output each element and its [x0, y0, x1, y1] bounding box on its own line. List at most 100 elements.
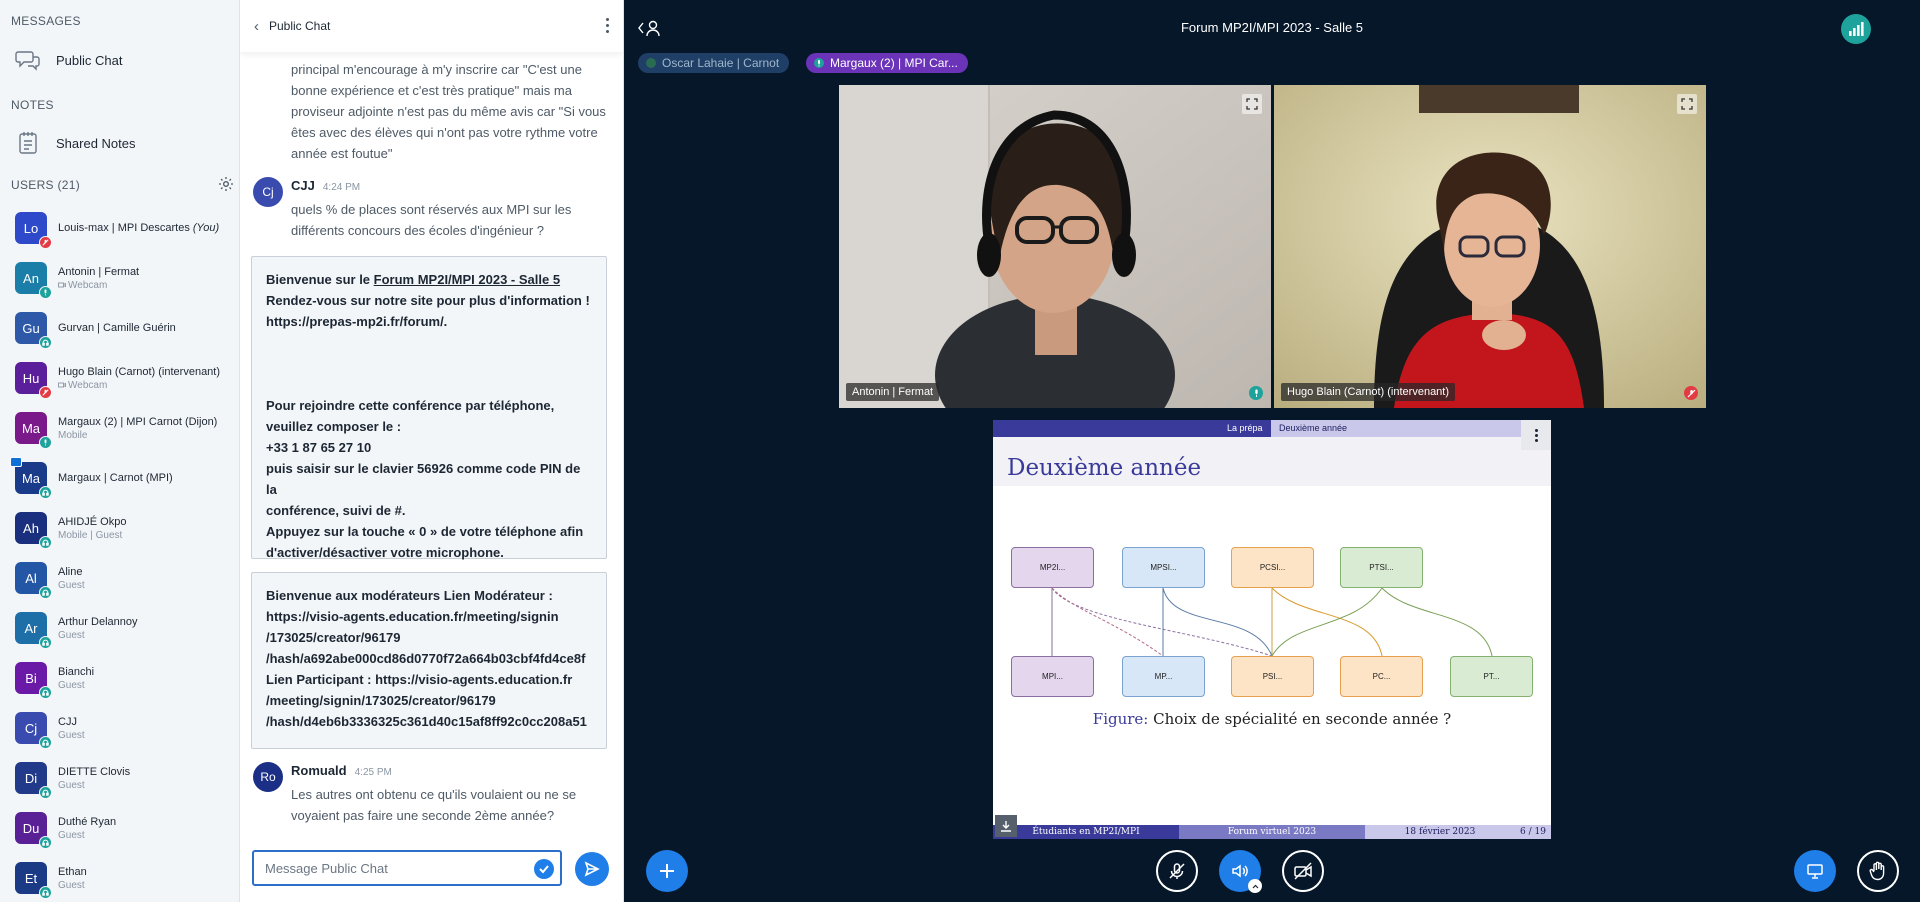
- user-list-item[interactable]: Et Ethan Guest: [0, 853, 239, 902]
- welcome-link[interactable]: Forum MP2I/MPI 2023 - Salle 5: [374, 272, 560, 287]
- user-list-item[interactable]: Ma Margaux | Carnot (MPI): [0, 453, 239, 503]
- more-options-icon[interactable]: [606, 18, 610, 36]
- user-status: Guest: [58, 880, 87, 891]
- footer-author: Étudiants en MP2I/MPI: [993, 825, 1179, 839]
- user-list-item[interactable]: Di DIETTE Clovis Guest: [0, 753, 239, 803]
- avatar-initials: Du: [22, 820, 40, 836]
- user-status-text: Guest: [58, 729, 85, 741]
- user-info: Louis-max | MPI Descartes (You): [58, 222, 219, 234]
- message-avatar: Cj: [253, 177, 283, 207]
- slide-footer: Étudiants en MP2I/MPI Forum virtuel 2023…: [993, 825, 1551, 839]
- user-list-item[interactable]: Ar Arthur Delannoy Guest: [0, 603, 239, 653]
- user-status: Guest: [58, 580, 85, 591]
- chevron-up-icon[interactable]: [1248, 879, 1262, 893]
- video-tile-hugo[interactable]: Hugo Blain (Carnot) (intervenant): [1274, 85, 1706, 408]
- video-user-label[interactable]: Antonin | Fermat: [846, 383, 940, 401]
- user-list-item[interactable]: Ma Margaux (2) | MPI Carnot (Dijon) Mobile: [0, 403, 239, 453]
- microphone-icon: [39, 436, 52, 449]
- chat-title: Public Chat: [269, 19, 331, 33]
- welcome-line: conférence, suivi de #.: [266, 503, 406, 518]
- avatar-initials: An: [23, 270, 39, 286]
- user-status: Webcam: [58, 280, 139, 291]
- actions-button[interactable]: [646, 850, 688, 892]
- headphones-icon: [39, 636, 52, 649]
- slide-arrows: [1051, 587, 1493, 657]
- figure-caption-text: Choix de spécialité en seconde année ?: [1153, 710, 1452, 728]
- presentation-slide[interactable]: La prépa Deuxième année Deuxième année M…: [993, 420, 1551, 839]
- connection-status-button[interactable]: [1841, 14, 1871, 44]
- send-icon: [584, 861, 600, 877]
- avatar-initials: Cj: [24, 720, 38, 736]
- muted-microphone-icon: [1684, 386, 1698, 400]
- user-info: DIETTE Clovis Guest: [58, 766, 130, 791]
- user-name-text: Duthé Ryan: [58, 815, 117, 828]
- message-line: voyaient pas faire une seconde 2ème anné…: [291, 808, 555, 823]
- fullscreen-icon[interactable]: [1242, 94, 1262, 114]
- user-list-item[interactable]: Al Aline Guest: [0, 553, 239, 603]
- user-name: CJJ: [58, 716, 85, 728]
- microphone-icon: [39, 286, 52, 299]
- welcome-prefix: Bienvenue sur le: [266, 272, 374, 287]
- user-list-item[interactable]: Lo Louis-max | MPI Descartes (You): [0, 203, 239, 253]
- public-chat-nav-item[interactable]: Public Chat: [0, 40, 239, 80]
- chat-message-input[interactable]: [265, 860, 515, 876]
- user-name-text: Aline: [58, 565, 83, 578]
- users-section-title: USERS (21): [11, 178, 81, 192]
- diagram-box: PTSI...: [1340, 547, 1423, 588]
- user-name-text: CJJ: [58, 715, 77, 728]
- user-list-item[interactable]: Gu Gurvan | Camille Guérin: [0, 303, 239, 353]
- video-tile-antonin[interactable]: Antonin | Fermat: [839, 85, 1271, 408]
- camera-off-icon: [1294, 862, 1312, 880]
- avatar: Lo: [15, 212, 52, 249]
- user-list-item[interactable]: Bi Bianchi Guest: [0, 653, 239, 703]
- message-header: Romuald 4:25 PM: [291, 763, 392, 778]
- user-status-text: Mobile | Guest: [58, 529, 123, 541]
- message-line: bonne expérience et c'est très pratique"…: [291, 83, 572, 98]
- chat-input-wrapper: [252, 850, 562, 886]
- webcam-button[interactable]: [1282, 850, 1324, 892]
- chevron-left-icon[interactable]: ‹: [254, 18, 259, 35]
- avatar-initials: Ah: [23, 520, 39, 536]
- download-icon[interactable]: [995, 815, 1017, 837]
- user-list-item[interactable]: Ah AHIDJÉ Okpo Mobile | Guest: [0, 503, 239, 553]
- moderator-line: Lien Participant : https://visio-agents.…: [266, 672, 573, 687]
- user-list-item[interactable]: Hu Hugo Blain (Carnot) (intervenant) Webca…: [0, 353, 239, 403]
- headphones-icon: [39, 686, 52, 699]
- user-name: Aline: [58, 566, 85, 578]
- gear-icon[interactable]: [218, 176, 234, 192]
- top-bar: Forum MP2I/MPI 2023 - Salle 5: [624, 0, 1920, 56]
- moderator-line: Bienvenue aux modérateurs Lien Modérateu…: [266, 588, 553, 603]
- user-list-item[interactable]: An Antonin | Fermat Webcam: [0, 253, 239, 303]
- message-line: quels % de places sont réservés aux MPI …: [291, 202, 572, 217]
- video-user-label[interactable]: Hugo Blain (Carnot) (intervenant): [1281, 383, 1456, 401]
- welcome-line: veuillez composer le :: [266, 419, 402, 434]
- user-status-text: Guest: [58, 829, 85, 841]
- welcome-line: Rendez-vous sur notre site pour plus d'i…: [266, 293, 590, 308]
- user-status-text: Guest: [58, 679, 85, 691]
- headphones-icon: [39, 536, 52, 549]
- diagram-box: MPI...: [1011, 656, 1094, 697]
- avatar-initials: Hu: [22, 370, 40, 386]
- notes-icon: [14, 129, 42, 157]
- send-message-button[interactable]: [575, 852, 609, 886]
- message-time: 4:24 PM: [322, 182, 361, 193]
- welcome-line: Appuyez sur la touche « 0 » de votre tél…: [266, 524, 584, 539]
- main-area: Forum MP2I/MPI 2023 - Salle 5 Oscar Laha…: [624, 0, 1920, 902]
- presentation-button[interactable]: [1794, 850, 1836, 892]
- raise-hand-button[interactable]: [1857, 850, 1899, 892]
- audio-button[interactable]: [1219, 850, 1262, 893]
- speaker-icon: [1232, 864, 1248, 878]
- welcome-line: puis saisir sur le clavier 56926 comme c…: [266, 461, 581, 497]
- message-time: 4:25 PM: [354, 767, 392, 778]
- user-list-item[interactable]: Cj CJJ Guest: [0, 703, 239, 753]
- headphones-icon: [39, 586, 52, 599]
- avatar-initials: Ma: [21, 420, 41, 436]
- headphones-icon: [39, 836, 52, 849]
- check-icon: [534, 859, 554, 879]
- unmute-button[interactable]: [1156, 850, 1198, 892]
- fullscreen-icon[interactable]: [1677, 94, 1697, 114]
- user-name: Margaux (2) | MPI Carnot (Dijon): [58, 416, 217, 428]
- avatar: Ar: [15, 612, 52, 649]
- shared-notes-nav-item[interactable]: Shared Notes: [0, 123, 239, 163]
- user-list-item[interactable]: Du Duthé Ryan Guest: [0, 803, 239, 853]
